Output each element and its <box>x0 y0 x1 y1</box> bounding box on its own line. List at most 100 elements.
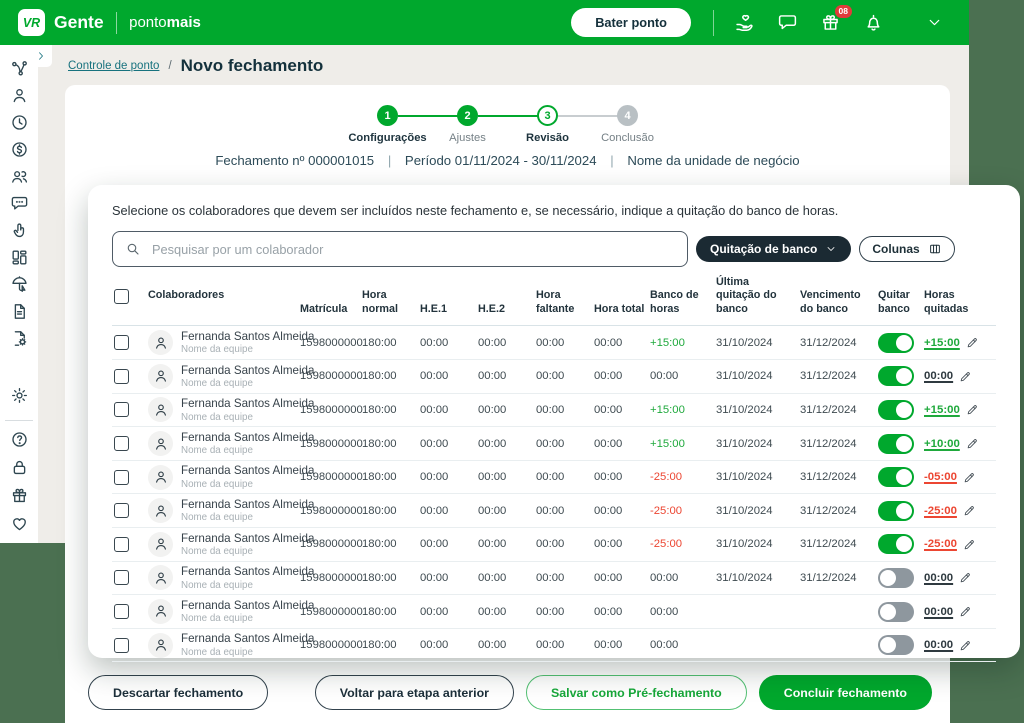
row-checkbox[interactable] <box>114 469 129 485</box>
clock-icon[interactable] <box>10 113 29 132</box>
quitar-banco-toggle[interactable] <box>878 433 914 454</box>
bell-icon[interactable] <box>863 12 884 33</box>
bank-settlement-button[interactable]: Quitação de banco <box>696 236 852 262</box>
quitar-banco-toggle[interactable] <box>878 567 914 588</box>
quitar-banco-toggle[interactable] <box>878 635 914 656</box>
footer-actions: Voltar para etapa anterior Salvar como P… <box>314 675 932 710</box>
business-unit: Nome da unidade de negócio <box>627 153 800 168</box>
quitar-banco-toggle[interactable] <box>878 332 914 353</box>
horas-quitadas-value[interactable]: 00:00 <box>924 639 953 651</box>
horas-quitadas-value[interactable]: 00:00 <box>924 370 953 382</box>
pencil-icon[interactable] <box>963 538 976 551</box>
gear-icon[interactable] <box>10 386 29 405</box>
discard-button[interactable]: Descartar fechamento <box>88 675 269 710</box>
hora-normal-cell: 180:00 <box>362 426 420 461</box>
chat-icon[interactable] <box>777 12 798 33</box>
horas-quitadas-value[interactable]: -05:00 <box>924 471 957 483</box>
document-icon[interactable] <box>10 302 29 321</box>
collaborator-name: Fernanda Santos Almeida <box>181 464 315 478</box>
ultima-quitacao-cell: 31/10/2024 <box>716 393 800 428</box>
he2-cell: 00:00 <box>478 426 536 461</box>
horas-quitadas-value[interactable]: -25:00 <box>924 538 957 550</box>
heart-icon[interactable] <box>10 514 29 533</box>
quitar-banco-toggle[interactable] <box>878 399 914 420</box>
kanban-icon[interactable] <box>10 248 29 267</box>
pencil-icon[interactable] <box>963 471 976 484</box>
chevron-down-icon[interactable] <box>926 14 943 31</box>
horas-quitadas-value[interactable]: 00:00 <box>924 572 953 584</box>
vencimento-cell: 31/12/2024 <box>800 325 878 361</box>
horas-quitadas-value[interactable]: +10:00 <box>924 438 960 450</box>
stepper-step: 2 Ajustes <box>397 105 508 144</box>
pencil-icon[interactable] <box>959 370 972 383</box>
document-gear-icon[interactable] <box>10 329 29 348</box>
step-label: Revisão <box>526 132 569 144</box>
pencil-icon[interactable] <box>966 437 979 450</box>
row-checkbox[interactable] <box>114 503 129 519</box>
horas-quitadas-value[interactable]: +15:00 <box>924 337 960 349</box>
chat-dots-icon[interactable] <box>10 194 29 213</box>
row-checkbox[interactable] <box>114 604 129 619</box>
hora-faltante-cell: 00:00 <box>536 561 594 596</box>
search-icon <box>125 241 141 257</box>
hora-total-cell: 00:00 <box>594 594 650 629</box>
pencil-icon[interactable] <box>959 605 972 618</box>
sidebar-expand-button[interactable] <box>30 45 52 67</box>
row-checkbox[interactable] <box>114 368 129 384</box>
columns-button[interactable]: Colunas <box>859 236 955 262</box>
user-icon[interactable] <box>10 86 29 105</box>
people-icon[interactable] <box>10 167 29 186</box>
search-input[interactable] <box>150 240 675 258</box>
banco-horas-cell: 00:00 <box>650 359 716 394</box>
hora-total-cell: 00:00 <box>594 460 650 495</box>
help-icon[interactable] <box>10 430 29 449</box>
banco-horas-value: 00:00 <box>650 370 679 383</box>
gift-icon[interactable]: 08 <box>820 5 852 33</box>
quitar-banco-toggle[interactable] <box>878 534 914 555</box>
hora-faltante-cell: 00:00 <box>536 594 594 629</box>
money-icon[interactable] <box>10 140 29 159</box>
product-name: pontomais <box>129 14 201 31</box>
row-checkbox[interactable] <box>114 536 129 552</box>
pencil-icon[interactable] <box>963 504 976 517</box>
row-checkbox[interactable] <box>114 402 129 418</box>
column-header: Vencimento do banco <box>800 276 878 327</box>
quitar-banco-toggle[interactable] <box>878 366 914 387</box>
row-checkbox[interactable] <box>114 570 129 586</box>
save-pre-closing-button[interactable]: Salvar como Pré-fechamento <box>525 675 747 710</box>
pencil-icon[interactable] <box>966 403 979 416</box>
pencil-icon[interactable] <box>959 639 972 652</box>
table-controls: Quitação de banco Colunas <box>112 231 996 267</box>
columns-icon <box>928 242 942 256</box>
vencimento-cell <box>800 594 878 629</box>
umbrella-icon[interactable] <box>10 275 29 294</box>
hand-heart-icon[interactable] <box>734 12 755 33</box>
hand-tap-icon[interactable] <box>10 221 29 240</box>
select-all-checkbox[interactable] <box>114 288 129 304</box>
gift-icon[interactable] <box>10 486 29 505</box>
brand-divider <box>115 11 118 34</box>
quitar-banco-toggle[interactable] <box>878 467 914 488</box>
row-checkbox[interactable] <box>114 637 129 653</box>
quitar-banco-toggle[interactable] <box>878 601 914 622</box>
org-chart-icon[interactable] <box>10 59 29 78</box>
row-checkbox[interactable] <box>114 436 129 452</box>
breadcrumb: Controle de ponto / Novo fechamento <box>68 56 323 76</box>
pencil-icon[interactable] <box>966 336 979 349</box>
lock-icon[interactable] <box>10 458 29 477</box>
finish-closing-button[interactable]: Concluir fechamento <box>758 675 932 710</box>
horas-quitadas-value[interactable]: +15:00 <box>924 404 960 416</box>
ultima-quitacao-cell <box>716 628 800 663</box>
quitar-banco-toggle[interactable] <box>878 500 914 521</box>
row-checkbox[interactable] <box>114 335 129 351</box>
back-button[interactable]: Voltar para etapa anterior <box>314 675 514 710</box>
bater-ponto-button[interactable]: Bater ponto <box>571 8 691 37</box>
hora-normal-cell: 180:00 <box>362 393 420 428</box>
table-row: Fernanda Santos Almeida Nome da equipe 159… <box>112 393 996 428</box>
horas-quitadas-value[interactable]: 00:00 <box>924 606 953 618</box>
hora-normal-cell: 180:00 <box>362 493 420 529</box>
breadcrumb-link[interactable]: Controle de ponto <box>68 60 159 72</box>
pencil-icon[interactable] <box>959 571 972 584</box>
he2-cell: 00:00 <box>478 393 536 428</box>
horas-quitadas-value[interactable]: -25:00 <box>924 505 957 517</box>
